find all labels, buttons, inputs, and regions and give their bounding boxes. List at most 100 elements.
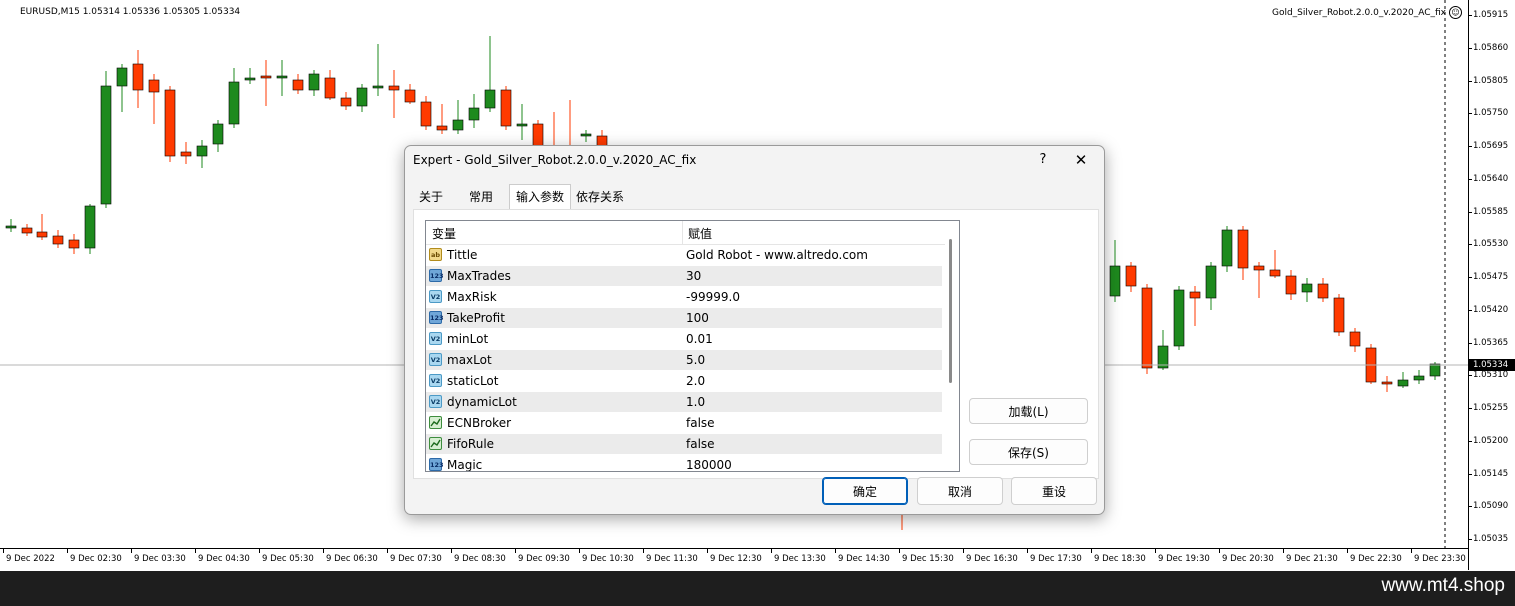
tab-about[interactable]: 关于 — [413, 187, 449, 208]
time-axis: 9 Dec 2022 9 Dec 02:30 9 Dec 03:30 9 Dec 04… — [0, 548, 1468, 570]
help-icon[interactable]: ? — [1033, 150, 1053, 170]
parameter-value[interactable]: 5.0 — [686, 353, 705, 367]
time-tick-label: 9 Dec 2022 — [3, 549, 55, 564]
column-divider[interactable] — [682, 221, 683, 244]
parameter-value[interactable]: 100 — [686, 311, 709, 325]
candlestick — [196, 140, 208, 168]
column-header-value[interactable]: 赋值 — [688, 225, 712, 242]
candlestick — [276, 60, 288, 96]
parameter-name: minLot — [447, 332, 489, 346]
cancel-button[interactable]: 取消 — [917, 477, 1003, 505]
candlestick — [1285, 270, 1297, 300]
candlestick — [1253, 262, 1265, 298]
parameter-name: TakeProfit — [447, 311, 505, 325]
smiley-face-icon[interactable]: ☺ — [1449, 6, 1462, 19]
candlestick — [228, 68, 240, 128]
candlestick — [1317, 278, 1329, 302]
candlestick — [164, 86, 176, 162]
tab-input-parameters[interactable]: 输入参数 — [509, 184, 572, 209]
candlestick — [404, 84, 416, 104]
candlestick — [1397, 372, 1409, 388]
parameter-name: ECNBroker — [447, 416, 512, 430]
parameter-name: MaxTrades — [447, 269, 511, 283]
vertical-scrollbar[interactable] — [945, 221, 959, 471]
close-icon[interactable]: ✕ — [1069, 149, 1093, 171]
parameter-value[interactable]: 0.01 — [686, 332, 713, 346]
candlestick — [36, 214, 48, 240]
table-row[interactable]: V2 MaxRisk -99999.0 — [426, 287, 942, 308]
parameter-value[interactable]: 2.0 — [686, 374, 705, 388]
table-row[interactable]: FifoRule false — [426, 434, 942, 455]
tab-common[interactable]: 常用 — [463, 187, 499, 208]
ok-button[interactable]: 确定 — [822, 477, 908, 505]
integer-type-icon: 123 — [429, 458, 444, 471]
table-row[interactable]: V2 minLot 0.01 — [426, 329, 942, 350]
integer-type-icon: 123 — [429, 311, 444, 324]
time-tick-label: 9 Dec 09:30 — [515, 549, 570, 564]
time-tick-label: 9 Dec 14:30 — [835, 549, 890, 564]
candlestick — [500, 86, 512, 130]
candlestick — [1269, 250, 1281, 278]
candlestick — [1157, 330, 1169, 370]
watermark-text: www.mt4.shop — [1381, 575, 1505, 596]
parameter-value[interactable]: false — [686, 437, 715, 451]
candlestick — [21, 224, 33, 236]
parameter-value[interactable]: 1.0 — [686, 395, 705, 409]
scrollbar-thumb[interactable] — [949, 239, 952, 383]
price-tick-label: 1.05530 — [1468, 239, 1509, 250]
double-type-icon: V2 — [429, 374, 442, 387]
candlestick — [580, 130, 592, 142]
parameter-name: maxLot — [447, 353, 492, 367]
candlestick — [1141, 284, 1153, 374]
candlestick — [100, 71, 112, 208]
parameter-value[interactable]: false — [686, 416, 715, 430]
parameters-table[interactable]: 变量 赋值 ab Tittle Gold Robot - www.altredo.c… — [425, 220, 960, 472]
double-type-icon: V2 — [429, 332, 442, 345]
tab-dependencies[interactable]: 依存关系 — [570, 187, 630, 208]
candlestick — [484, 36, 496, 112]
price-tick-label: 1.05090 — [1468, 501, 1509, 512]
parameter-value[interactable]: 180000 — [686, 458, 732, 471]
candlestick — [1349, 328, 1361, 352]
candlestick — [1173, 286, 1185, 350]
time-tick-label: 9 Dec 17:30 — [1027, 549, 1082, 564]
table-row[interactable]: 123 TakeProfit 100 — [426, 308, 942, 329]
candlestick — [52, 230, 64, 248]
candlestick — [372, 44, 384, 96]
save-button[interactable]: 保存(S) — [969, 439, 1088, 465]
table-row[interactable]: ab Tittle Gold Robot - www.altredo.com — [426, 245, 942, 266]
candlestick — [116, 64, 128, 112]
price-tick-label: 1.05310 — [1468, 370, 1509, 381]
price-tick-label: 1.05805 — [1468, 75, 1509, 86]
parameter-value[interactable]: Gold Robot - www.altredo.com — [686, 248, 868, 262]
double-type-icon: V2 — [429, 353, 442, 366]
table-row[interactable]: V2 dynamicLot 1.0 — [426, 392, 942, 413]
price-tick-label: 1.05420 — [1468, 304, 1509, 315]
table-row[interactable]: 123 MaxTrades 30 — [426, 266, 942, 287]
time-tick-label: 9 Dec 10:30 — [579, 549, 634, 564]
candlestick — [1221, 226, 1233, 272]
parameter-value[interactable]: -99999.0 — [686, 290, 740, 304]
candlestick — [132, 50, 144, 108]
parameter-value[interactable]: 30 — [686, 269, 701, 283]
time-tick-label: 9 Dec 13:30 — [771, 549, 826, 564]
candlestick — [356, 84, 368, 112]
candlestick — [148, 74, 160, 124]
parameter-name: FifoRule — [447, 437, 495, 451]
table-row[interactable]: 123 Magic 180000 — [426, 455, 942, 471]
parameter-name: staticLot — [447, 374, 499, 388]
price-tick-label: 1.05145 — [1468, 468, 1509, 479]
table-row[interactable]: ECNBroker false — [426, 413, 942, 434]
price-tick-label: 1.05695 — [1468, 141, 1509, 151]
time-tick-label: 9 Dec 15:30 — [899, 549, 954, 564]
reset-button[interactable]: 重设 — [1011, 477, 1097, 505]
load-button[interactable]: 加载(L) — [969, 398, 1088, 424]
price-axis: 1.05915 1.05860 1.05805 1.05750 1.05695 1.056… — [1468, 0, 1515, 570]
table-row[interactable]: V2 maxLot 5.0 — [426, 350, 942, 371]
table-header: 变量 赋值 — [426, 221, 946, 245]
price-tick-label: 1.05255 — [1468, 403, 1509, 413]
column-header-variable[interactable]: 变量 — [432, 225, 456, 242]
candlestick — [340, 92, 352, 110]
expert-advisor-label[interactable]: Gold_Silver_Robot.2.0.0_v.2020_AC_fix — [1272, 8, 1446, 18]
table-row[interactable]: V2 staticLot 2.0 — [426, 371, 942, 392]
